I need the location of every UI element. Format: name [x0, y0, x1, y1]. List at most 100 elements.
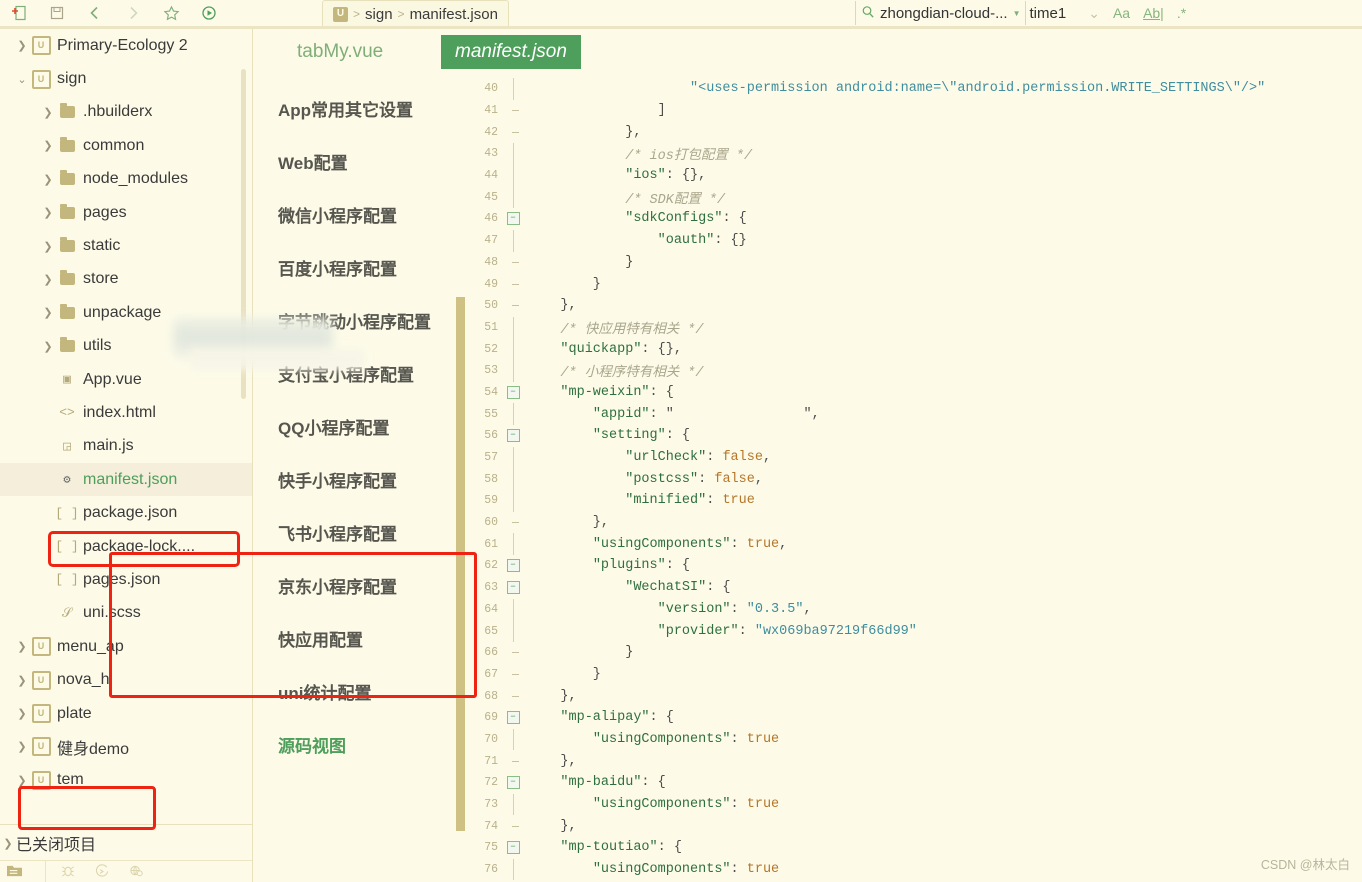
code-line[interactable]: 71 }, — [466, 750, 1362, 772]
tree-item-hbuilderx[interactable]: ❯ .hbuilderx — [0, 96, 252, 129]
nav-item-京东小程序配置[interactable]: 京东小程序配置 — [253, 559, 458, 612]
chevron-right-icon[interactable]: ❯ — [40, 340, 56, 353]
search-scope-selector[interactable]: zhongdian-cloud-... ▼ — [855, 1, 1025, 25]
tree-item-package-json[interactable]: ❯[ ]package.json — [0, 496, 252, 529]
code-line[interactable]: 62− "plugins": { — [466, 555, 1362, 577]
forward-arrow-icon[interactable] — [114, 1, 152, 25]
nav-item-uni统计配置[interactable]: uni统计配置 — [253, 665, 458, 718]
tab-manifest.json[interactable]: manifest.json — [441, 35, 581, 69]
code-editor[interactable]: 40 "<uses-permission android:name=\"andr… — [466, 78, 1362, 882]
code-line[interactable]: 66 } — [466, 642, 1362, 664]
nav-item-百度小程序配置[interactable]: 百度小程序配置 — [253, 241, 458, 294]
nav-item-快手小程序配置[interactable]: 快手小程序配置 — [253, 453, 458, 506]
code-line[interactable]: 50 }, — [466, 295, 1362, 317]
debug-bug-icon[interactable] — [60, 863, 76, 881]
fold-collapse-icon[interactable]: − — [504, 559, 522, 573]
tree-item-manifest-json[interactable]: ❯⚙manifest.json — [0, 463, 252, 497]
fold-collapse-icon[interactable]: − — [504, 385, 522, 399]
tree-item-package-lock[interactable]: ❯[ ]package-lock.... — [0, 530, 252, 563]
code-line[interactable]: 61 "usingComponents": true, — [466, 533, 1362, 556]
code-line[interactable]: 65 "provider": "wx069ba97219f66d99" — [466, 620, 1362, 642]
tree-item-pages-json[interactable]: ❯[ ]pages.json — [0, 563, 252, 596]
fold-collapse-icon[interactable]: − — [504, 429, 522, 443]
code-line[interactable]: 51 /* 快应用特有相关 */ — [466, 316, 1362, 339]
code-line[interactable]: 63− "WechatSI": { — [466, 577, 1362, 599]
code-line[interactable]: 41 ] — [466, 100, 1362, 122]
fold-collapse-icon[interactable]: − — [504, 841, 522, 855]
chevron-down-icon[interactable]: ▼ — [1013, 9, 1021, 18]
nav-item-App常用其它设置[interactable]: App常用其它设置 — [253, 82, 458, 135]
code-line[interactable]: 69− "mp-alipay": { — [466, 707, 1362, 729]
tree-item-static[interactable]: ❯ static — [0, 229, 252, 262]
tree-item-main-js[interactable]: ❯◲main.js — [0, 430, 252, 463]
chevron-right-icon[interactable]: ❯ — [14, 707, 30, 720]
code-line[interactable]: 44 "ios": {}, — [466, 164, 1362, 187]
fold-collapse-icon[interactable]: − — [504, 776, 522, 790]
nav-item-Web配置[interactable]: Web配置 — [253, 135, 458, 188]
chevron-right-icon[interactable]: ❯ — [14, 740, 30, 753]
breadcrumb-file[interactable]: manifest.json — [410, 6, 498, 23]
back-arrow-icon[interactable] — [76, 1, 114, 25]
code-line[interactable]: 52 "quickapp": {}, — [466, 338, 1362, 360]
tree-item-demo[interactable]: ❯ U 健身demo — [0, 730, 252, 763]
code-line[interactable]: 74 }, — [466, 815, 1362, 837]
chevron-right-icon[interactable]: ❯ — [40, 206, 56, 219]
chevron-right-icon[interactable]: ❯ — [14, 640, 30, 653]
nav-item-QQ小程序配置[interactable]: QQ小程序配置 — [253, 400, 458, 453]
code-line[interactable]: 49 } — [466, 273, 1362, 295]
nav-item-微信小程序配置[interactable]: 微信小程序配置 — [253, 188, 458, 241]
tree-item-pages[interactable]: ❯ pages — [0, 196, 252, 229]
code-line[interactable]: 75− "mp-toutiao": { — [466, 837, 1362, 859]
fold-collapse-icon[interactable]: − — [504, 711, 522, 725]
code-line[interactable]: 68 }, — [466, 685, 1362, 707]
nav-item-快应用配置[interactable]: 快应用配置 — [253, 612, 458, 665]
chevron-right-icon[interactable]: ❯ — [14, 39, 30, 52]
code-line[interactable]: 40 "<uses-permission android:name=\"andr… — [466, 78, 1362, 100]
tree-item-node-modules[interactable]: ❯ node_modules — [0, 163, 252, 196]
regex-button[interactable]: .* — [1177, 5, 1186, 21]
code-line[interactable]: 67 } — [466, 664, 1362, 686]
code-line[interactable]: 46− "sdkConfigs": { — [466, 208, 1362, 230]
closed-projects-section[interactable]: ❯ 已关闭项目 — [0, 824, 252, 861]
match-case-button[interactable]: Aa — [1113, 5, 1130, 21]
code-line[interactable]: 42 }, — [466, 121, 1362, 143]
new-file-icon[interactable] — [0, 1, 38, 25]
chevron-right-icon[interactable]: ❯ — [14, 774, 30, 787]
code-line[interactable]: 58 "postcss": false, — [466, 468, 1362, 491]
code-line[interactable]: 47 "oauth": {} — [466, 229, 1362, 252]
chevron-right-icon[interactable]: ❯ — [40, 273, 56, 286]
code-line[interactable]: 72− "mp-baidu": { — [466, 772, 1362, 794]
favorite-star-icon[interactable] — [152, 1, 190, 25]
tab-tabMy.vue[interactable]: tabMy.vue — [283, 35, 397, 69]
search-input[interactable]: time1 — [1024, 1, 1071, 25]
chevron-right-icon[interactable]: ❯ — [14, 674, 30, 687]
chevron-right-icon[interactable]: ❯ — [40, 106, 56, 119]
code-line[interactable]: 55 "appid": " ", — [466, 403, 1362, 425]
code-line[interactable]: 54− "mp-weixin": { — [466, 382, 1362, 404]
code-line[interactable]: 43 /* ios打包配置 */ — [466, 143, 1362, 165]
tree-item-plate[interactable]: ❯ Uplate — [0, 697, 252, 730]
tree-item-primary-ecology-2[interactable]: ❯ U Primary-Ecology 2 — [0, 29, 252, 62]
tree-item-nova-h[interactable]: ❯ Unova_h — [0, 663, 252, 696]
tree-item-sign[interactable]: ⌄ Usign — [0, 62, 252, 95]
code-line[interactable]: 73 "usingComponents": true — [466, 793, 1362, 816]
nav-item-源码视图[interactable]: 源码视图 — [253, 718, 458, 771]
tree-item-uni-scss[interactable]: ❯𝒮uni.scss — [0, 597, 252, 630]
chevron-down-history-icon[interactable]: ⌄ — [1088, 5, 1100, 22]
whole-word-button[interactable]: Ab| — [1143, 5, 1164, 21]
tree-item-index-html[interactable]: ❯<>index.html — [0, 396, 252, 429]
code-line[interactable]: 60 }, — [466, 512, 1362, 534]
breadcrumb-project[interactable]: sign — [365, 6, 393, 23]
code-line[interactable]: 59 "minified": true — [466, 490, 1362, 512]
code-line[interactable]: 48 } — [466, 252, 1362, 274]
fold-collapse-icon[interactable]: − — [504, 212, 522, 226]
code-line[interactable]: 53 /* 小程序特有相关 */ — [466, 359, 1362, 382]
chevron-right-icon[interactable]: ❯ — [40, 173, 56, 186]
nav-item-飞书小程序配置[interactable]: 飞书小程序配置 — [253, 506, 458, 559]
code-line[interactable]: 56− "setting": { — [466, 425, 1362, 447]
chevron-down-icon[interactable]: ⌄ — [14, 73, 30, 86]
chevron-right-icon[interactable]: ❯ — [40, 240, 56, 253]
network-icon[interactable] — [128, 863, 144, 881]
code-line[interactable]: 45 /* SDK配置 */ — [466, 186, 1362, 209]
tree-item-common[interactable]: ❯ common — [0, 129, 252, 162]
